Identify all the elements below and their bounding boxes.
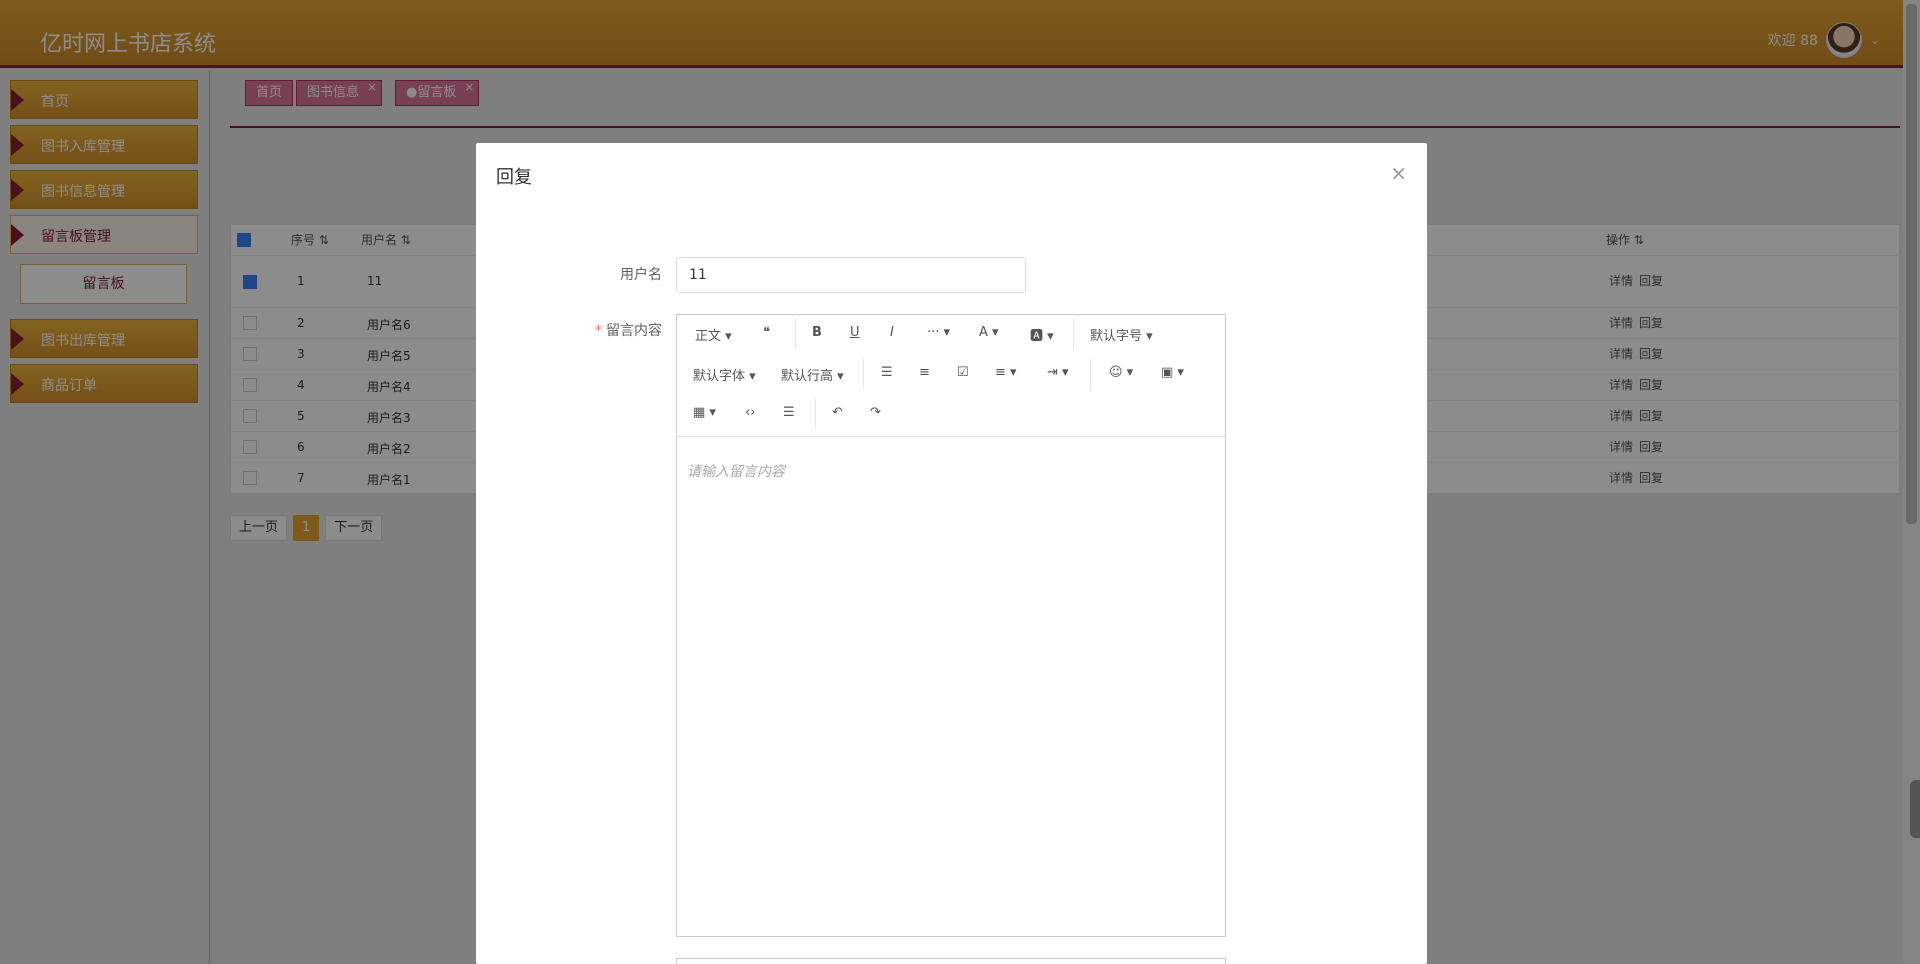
- indent-dropdown[interactable]: ⇥ ▾: [1047, 365, 1069, 380]
- content-label-text: 留言内容: [606, 323, 662, 339]
- editor-placeholder: 请输入留言内容: [687, 464, 785, 480]
- align-dropdown[interactable]: ≡ ▾: [995, 365, 1017, 380]
- close-icon[interactable]: ×: [1390, 161, 1407, 185]
- table-icon[interactable]: ▦ ▾: [693, 405, 716, 420]
- background-color-icon[interactable]: 🅰 ▾: [1030, 325, 1054, 344]
- bold-icon[interactable]: B: [812, 325, 822, 340]
- font-color-icon[interactable]: A ▾: [979, 325, 999, 340]
- underline-icon[interactable]: U: [850, 325, 860, 340]
- toolbar-separator: [815, 399, 816, 429]
- dialog-title: 回复: [496, 167, 532, 188]
- redo-icon[interactable]: ↷: [870, 405, 881, 420]
- divider-icon[interactable]: ☰: [783, 405, 795, 420]
- code-icon[interactable]: ‹›: [745, 405, 755, 420]
- username-field[interactable]: 11: [676, 257, 1026, 293]
- side-tool-handle[interactable]: [1910, 780, 1920, 838]
- quote-icon[interactable]: ❝: [763, 325, 770, 340]
- editor-toolbar: 正文 ▾ ❝ B U I ··· ▾ A ▾ 🅰 ▾ 默认字号 ▾ 默认字体 ▾…: [677, 315, 1225, 437]
- more-styles-dropdown[interactable]: ··· ▾: [927, 325, 950, 340]
- required-mark: *: [595, 323, 602, 339]
- undo-icon[interactable]: ↶: [832, 405, 843, 420]
- editor-bottom-edge: [676, 958, 1226, 964]
- numbered-list-icon[interactable]: ≡: [919, 365, 930, 380]
- rich-text-editor[interactable]: 正文 ▾ ❝ B U I ··· ▾ A ▾ 🅰 ▾ 默认字号 ▾ 默认字体 ▾…: [676, 314, 1226, 937]
- reply-dialog: 回复 × 用户名 11 * 留言内容 正文 ▾ ❝ B U I ··· ▾ A ▾…: [476, 143, 1427, 964]
- line-height-dropdown[interactable]: 默认行高 ▾: [781, 365, 844, 384]
- toolbar-separator: [795, 319, 796, 349]
- image-icon[interactable]: ▣ ▾: [1161, 365, 1184, 380]
- username-label: 用户名: [620, 267, 662, 283]
- font-size-dropdown[interactable]: 默认字号 ▾: [1090, 325, 1153, 344]
- toolbar-separator: [1090, 359, 1091, 389]
- bullet-list-icon[interactable]: ☰: [881, 365, 893, 380]
- emoji-icon[interactable]: ☺ ▾: [1109, 365, 1133, 380]
- paragraph-dropdown[interactable]: 正文 ▾: [695, 325, 732, 344]
- todo-icon[interactable]: ☑: [957, 365, 969, 380]
- italic-icon[interactable]: I: [890, 325, 894, 340]
- content-label: * 留言内容: [562, 320, 662, 340]
- font-family-dropdown[interactable]: 默认字体 ▾: [693, 365, 756, 384]
- toolbar-separator: [863, 359, 864, 389]
- toolbar-separator: [1073, 319, 1074, 349]
